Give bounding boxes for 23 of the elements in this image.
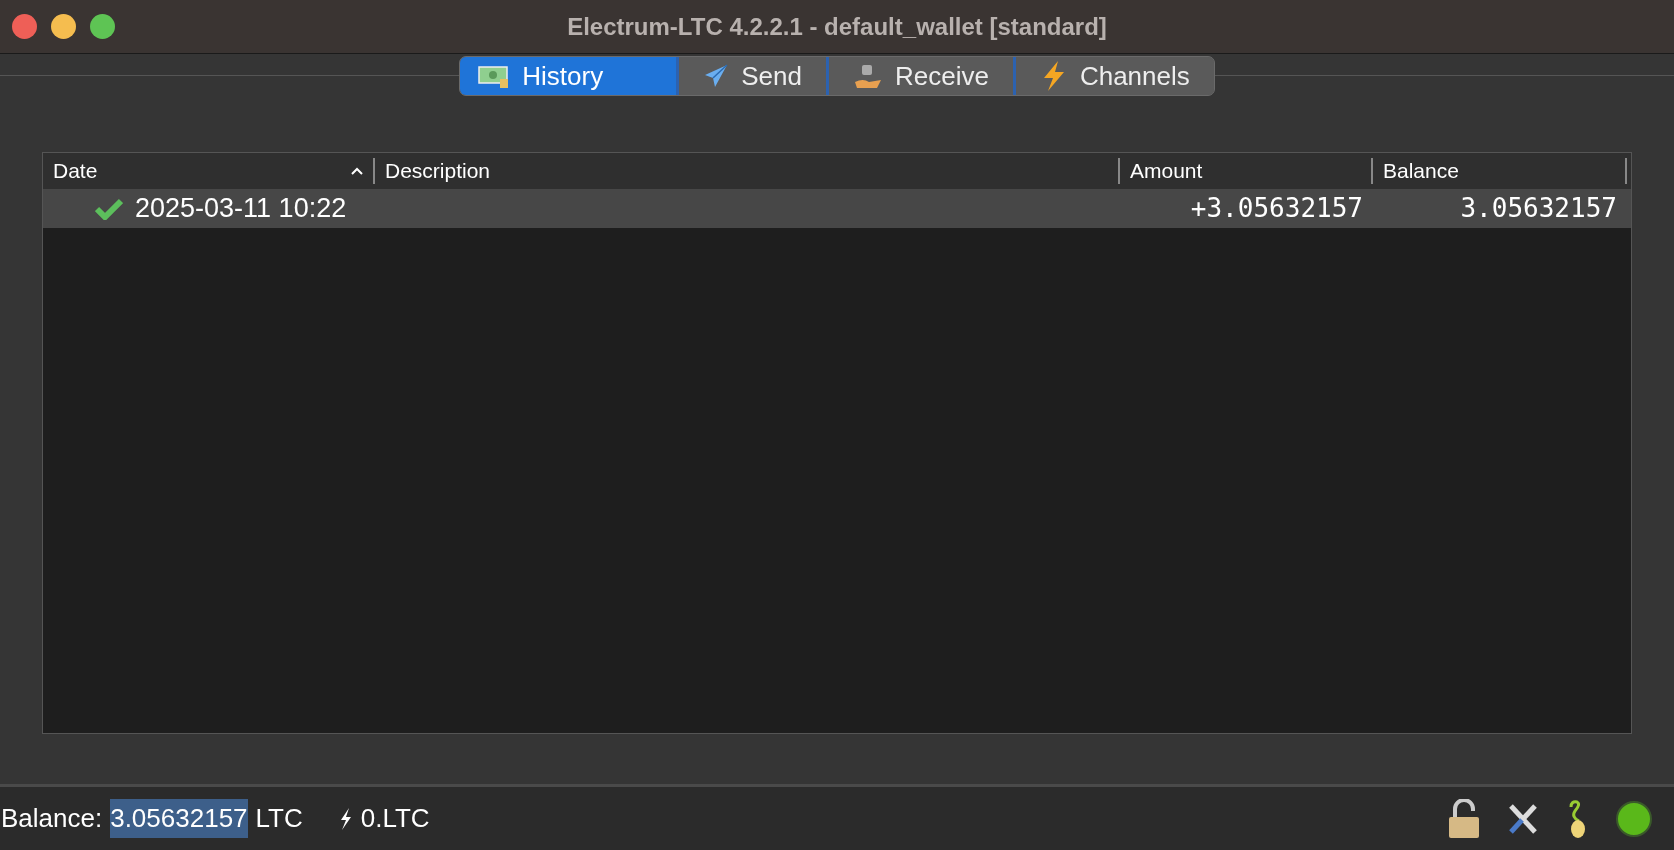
lightning-icon bbox=[338, 807, 353, 830]
balance-unit: LTC bbox=[255, 802, 303, 835]
column-header[interactable]: Amount bbox=[1120, 158, 1373, 184]
column-header[interactable]: Date bbox=[43, 158, 375, 184]
column-header[interactable]: Balance bbox=[1373, 158, 1627, 184]
close-button[interactable] bbox=[12, 14, 37, 39]
balance-cell-text: 3.05632157 bbox=[1460, 192, 1617, 225]
balance-value: 3.05632157 bbox=[110, 799, 248, 838]
balance-label: Balance: bbox=[1, 802, 103, 835]
paper-plane-icon bbox=[703, 63, 730, 89]
date-cell-text: 2025-03-11 10:22 bbox=[135, 192, 347, 226]
amount-cell-text: +3.05632157 bbox=[1190, 192, 1363, 225]
tab[interactable]: History bbox=[460, 57, 677, 95]
network-status-icon[interactable] bbox=[1615, 799, 1653, 838]
padlock-icon[interactable] bbox=[1447, 798, 1481, 839]
column-header[interactable]: Description bbox=[375, 158, 1120, 184]
banknote-icon bbox=[478, 63, 511, 89]
window-title: Electrum-LTC 4.2.2.1 - default_wallet [standard] bbox=[567, 11, 1107, 42]
hand-coin-icon bbox=[852, 62, 883, 90]
zoom-button[interactable] bbox=[90, 14, 115, 39]
lightning-balance: 0.LTC bbox=[360, 802, 430, 835]
transaction-row[interactable]: 2025-03-11 10:22 +3.05632157 3.05632157 bbox=[43, 189, 1631, 228]
minimize-button[interactable] bbox=[51, 14, 76, 39]
